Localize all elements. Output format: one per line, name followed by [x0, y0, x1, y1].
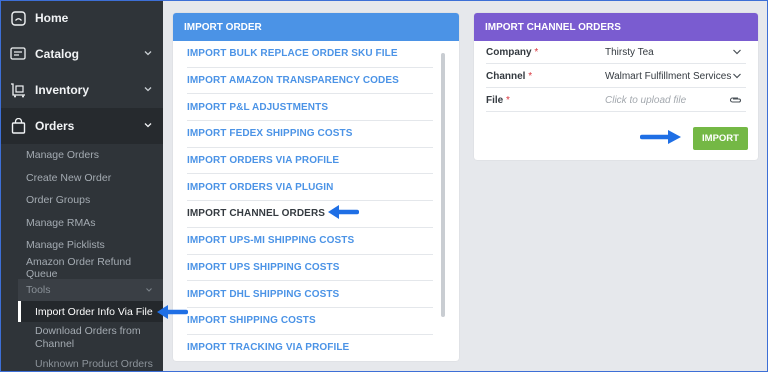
- import-order-panel: IMPORT ORDER IMPORT BULK REPLACE ORDER S…: [173, 13, 459, 361]
- import-options-list: IMPORT BULK REPLACE ORDER SKU FILE IMPOR…: [187, 41, 457, 361]
- sidebar-item-manage-rmas[interactable]: Manage RMAs: [0, 212, 163, 235]
- sidebar-item-manage-picklists[interactable]: Manage Picklists: [0, 234, 163, 257]
- inventory-icon: [10, 82, 26, 98]
- import-option[interactable]: IMPORT BULK REPLACE ORDER SKU FILE: [187, 41, 433, 68]
- company-field[interactable]: Company * Thirsty Tea: [486, 41, 746, 64]
- channel-field[interactable]: Channel * Walmart Fulfillment Services: [486, 65, 746, 88]
- chevron-down-icon: [144, 51, 152, 56]
- import-option[interactable]: IMPORT AMAZON TRANSPARENCY CODES: [187, 68, 433, 95]
- callout-arrow-icon: [328, 205, 359, 219]
- nav-catalog-label: Catalog: [35, 47, 80, 61]
- chevron-down-icon[interactable]: [732, 48, 742, 56]
- import-channel-orders-panel: IMPORT CHANNEL ORDERS Company * Thirsty …: [474, 13, 758, 160]
- scrollbar[interactable]: [441, 53, 445, 317]
- import-order-title: IMPORT ORDER: [173, 13, 459, 41]
- tools-label: Tools: [26, 284, 51, 296]
- company-label: Company: [486, 46, 532, 58]
- import-button[interactable]: IMPORT: [693, 127, 748, 150]
- import-option[interactable]: IMPORT ORDERS VIA PROFILE: [187, 148, 433, 175]
- file-upload-input[interactable]: Click to upload file: [605, 95, 746, 106]
- chevron-down-icon: [144, 123, 152, 128]
- import-option[interactable]: IMPORT SHIPPING COSTS: [187, 308, 433, 335]
- nav-catalog[interactable]: Catalog: [0, 36, 163, 72]
- nav-inventory-label: Inventory: [35, 83, 90, 97]
- file-field[interactable]: File * Click to upload file: [486, 89, 746, 112]
- sidebar-item-amazon-refund-queue[interactable]: Amazon Order Refund Queue: [0, 256, 163, 280]
- import-option[interactable]: IMPORT P&L ADJUSTMENTS: [187, 94, 433, 122]
- nav-home-label: Home: [35, 11, 69, 25]
- sidebar-item-unknown-product-orders[interactable]: Unknown Product Orders: [18, 354, 163, 372]
- sidebar-item-create-new-order[interactable]: Create New Order: [0, 167, 163, 190]
- nav-inventory[interactable]: Inventory: [0, 72, 163, 108]
- channel-select-value[interactable]: Walmart Fulfillment Services: [605, 71, 746, 82]
- catalog-icon: [10, 46, 26, 62]
- company-label-wrap: Company *: [486, 47, 605, 58]
- required-mark: *: [506, 94, 510, 106]
- callout-arrow-icon: [157, 305, 188, 319]
- file-label: File: [486, 94, 504, 106]
- import-option[interactable]: IMPORT DHL SHIPPING COSTS: [187, 281, 433, 308]
- sidebar-item-download-orders[interactable]: Download Orders from Channel: [18, 322, 163, 354]
- sidebar-item-manage-orders[interactable]: Manage Orders: [0, 144, 163, 167]
- import-option[interactable]: IMPORT TRACKING VIA PROFILE: [187, 335, 433, 362]
- orders-submenu: Manage Orders Create New Order Order Gro…: [0, 144, 163, 372]
- sidebar-item-order-groups[interactable]: Order Groups: [0, 189, 163, 212]
- paperclip-icon[interactable]: [728, 95, 742, 105]
- company-select-value[interactable]: Thirsty Tea: [605, 47, 746, 58]
- sidebar-item-tools[interactable]: Tools: [18, 279, 163, 301]
- required-mark: *: [528, 70, 533, 82]
- import-option[interactable]: IMPORT UPS SHIPPING COSTS: [187, 255, 433, 282]
- sidebar: Home Catalog Inventory Orders Manage Ord…: [0, 0, 163, 372]
- import-option[interactable]: IMPORT ORDERS VIA PLUGIN: [187, 174, 433, 202]
- nav-orders[interactable]: Orders: [0, 108, 163, 144]
- required-mark: *: [534, 46, 539, 58]
- home-icon: [10, 10, 26, 26]
- callout-arrow-icon: [640, 130, 681, 144]
- chevron-down-icon: [146, 288, 152, 292]
- channel-panel-title: IMPORT CHANNEL ORDERS: [474, 13, 758, 41]
- chevron-down-icon[interactable]: [732, 72, 742, 80]
- nav-home[interactable]: Home: [0, 0, 163, 36]
- sidebar-item-import-order-info[interactable]: Import Order Info Via File: [18, 301, 163, 322]
- file-label-wrap: File *: [486, 95, 605, 106]
- nav-orders-label: Orders: [35, 119, 75, 133]
- channel-label: Channel: [486, 70, 526, 82]
- import-option-selected[interactable]: IMPORT CHANNEL ORDERS: [187, 201, 433, 228]
- shopping-bag-icon: [10, 118, 26, 134]
- channel-label-wrap: Channel *: [486, 71, 605, 82]
- import-option[interactable]: IMPORT FEDEX SHIPPING COSTS: [187, 121, 433, 148]
- import-option[interactable]: IMPORT UPS-MI SHIPPING COSTS: [187, 228, 433, 255]
- chevron-down-icon: [144, 87, 152, 92]
